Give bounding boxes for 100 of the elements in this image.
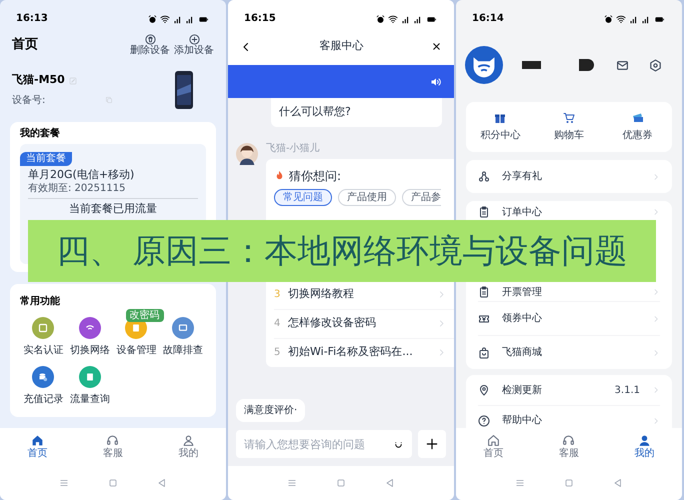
function-label: 充值记录 xyxy=(23,392,64,407)
battery-icon xyxy=(425,14,438,24)
document-icon[interactable] xyxy=(78,366,101,388)
question-number: 4 xyxy=(274,317,282,331)
location-icon xyxy=(478,384,490,396)
chevron-icon xyxy=(652,314,660,322)
headset-icon xyxy=(106,434,120,447)
signal-icon xyxy=(413,14,422,24)
wifi-icon xyxy=(616,14,626,24)
question-text: 初始Wi-Fi名称及密码在... xyxy=(288,344,414,360)
bag-icon xyxy=(478,346,490,358)
nav-tab[interactable]: 首页 xyxy=(12,434,63,460)
fire-icon xyxy=(274,170,285,181)
clipboard-icon xyxy=(478,206,490,218)
share-icon xyxy=(478,170,490,182)
function-label: 切换网络 xyxy=(70,344,110,358)
wifi-icon[interactable] xyxy=(78,317,101,339)
settings-icon[interactable] xyxy=(649,58,662,72)
menu-label: 订单中心 xyxy=(502,206,543,220)
plus-icon xyxy=(425,437,439,451)
headset-icon xyxy=(562,434,576,447)
chevron-icon xyxy=(437,348,446,357)
chevron-icon xyxy=(652,386,660,394)
person-icon xyxy=(638,434,651,447)
chevron-icon xyxy=(652,172,660,180)
shortcut-button[interactable]: 购物车 xyxy=(534,102,604,152)
question-row[interactable]: 4 怎样修改设备密码 xyxy=(274,308,454,338)
chevron-icon xyxy=(652,348,660,356)
status-time: 16:14 xyxy=(472,14,504,24)
menu-icon[interactable] xyxy=(286,477,298,489)
version-number: 3.1.1 xyxy=(614,384,640,398)
question-number: 5 xyxy=(274,346,282,360)
menu-label: 帮助中心 xyxy=(502,414,543,428)
trash-icon xyxy=(144,34,156,45)
close-icon[interactable] xyxy=(431,41,442,52)
chevron-icon xyxy=(652,288,660,296)
delete-device-button[interactable]: 删除设备 xyxy=(130,34,170,56)
shortcut-button[interactable]: 优惠券 xyxy=(603,102,672,152)
rating-button[interactable]: 满意度评价· xyxy=(236,399,306,422)
section-title: 常用功能 xyxy=(20,294,61,309)
menu-row[interactable]: 检测更新 3.1.1 xyxy=(478,375,660,405)
home-icon xyxy=(31,434,44,447)
question-number: 3 xyxy=(274,288,282,302)
current-plan-badge: 当前套餐 xyxy=(20,152,72,166)
clipboard-icon xyxy=(478,286,490,298)
battery-icon xyxy=(197,14,210,24)
mail-icon[interactable] xyxy=(616,58,629,72)
speaker-icon[interactable] xyxy=(430,76,442,88)
home-icon xyxy=(487,434,500,447)
signal-icon xyxy=(401,14,410,24)
home-button-icon[interactable] xyxy=(106,477,119,489)
redaction-mark xyxy=(522,61,541,69)
menu-label: 开票管理 xyxy=(502,286,543,300)
menu-label: 飞猫商城 xyxy=(502,346,543,360)
nav-tab[interactable]: 客服 xyxy=(544,434,594,460)
nav-tab[interactable]: 首页 xyxy=(468,434,519,460)
signal-icon xyxy=(173,14,182,24)
menu-row[interactable]: 订单中心 xyxy=(478,204,660,220)
page-title: 首页 xyxy=(12,36,38,54)
signal-icon xyxy=(641,14,650,24)
add-button[interactable] xyxy=(418,430,446,458)
chevron-icon xyxy=(437,319,446,328)
function-label: 流量查询 xyxy=(70,392,110,407)
signal-icon xyxy=(185,14,194,24)
plus-icon xyxy=(188,34,200,45)
agent-name: 飞猫-小猫儿 xyxy=(266,142,321,154)
home-button-icon[interactable] xyxy=(562,477,575,489)
chevron-icon xyxy=(652,416,660,424)
plan-expiry: 有效期至: 20251115 xyxy=(27,182,126,195)
menu-row[interactable]: 领券中心 xyxy=(478,301,660,335)
function-label: 故障排查 xyxy=(162,344,203,358)
shortcut-button[interactable]: 积分中心 xyxy=(466,102,535,152)
status-time: 16:13 xyxy=(16,14,48,24)
nav-tab[interactable]: 我的 xyxy=(619,434,670,460)
add-device-button[interactable]: 添加设备 xyxy=(174,34,214,56)
home-button-icon[interactable] xyxy=(334,477,347,489)
question-row[interactable]: 5 初始Wi-Fi名称及密码在... xyxy=(274,338,454,366)
avatar-icon xyxy=(236,142,258,164)
menu-row[interactable]: 开票管理 xyxy=(478,283,660,301)
menu-row[interactable]: 飞猫商城 xyxy=(478,335,660,369)
menu-label: 分享有礼 xyxy=(502,170,543,184)
nav-tab[interactable]: 客服 xyxy=(88,434,138,460)
nav-tab[interactable]: 我的 xyxy=(163,434,214,460)
caption-banner: 四、 原因三：本地网络环境与设备问题 xyxy=(28,220,656,282)
device-id-label: 设备号: xyxy=(12,94,46,108)
question-text: 怎样修改设备密码 xyxy=(288,315,377,332)
cart-icon xyxy=(562,112,575,124)
message-input[interactable]: 请输入您想要咨询的问题 xyxy=(236,430,412,458)
menu-icon[interactable] xyxy=(514,477,526,489)
category-chip[interactable]: 常见问题 xyxy=(274,188,332,206)
status-time: 16:15 xyxy=(244,14,276,24)
menu-icon[interactable] xyxy=(58,477,70,489)
menu-row[interactable]: 分享有礼 xyxy=(478,160,660,193)
category-chip[interactable]: 产品使用 xyxy=(338,188,396,206)
plan-name: 单月20G(电信+移动) xyxy=(27,168,136,182)
category-chip[interactable]: 产品参 xyxy=(402,188,441,206)
battery-icon xyxy=(653,14,666,24)
monitor-icon[interactable] xyxy=(172,317,194,339)
chat-bubble: 什么可以帮您? xyxy=(271,98,442,126)
section-title: 我的套餐 xyxy=(20,128,61,140)
